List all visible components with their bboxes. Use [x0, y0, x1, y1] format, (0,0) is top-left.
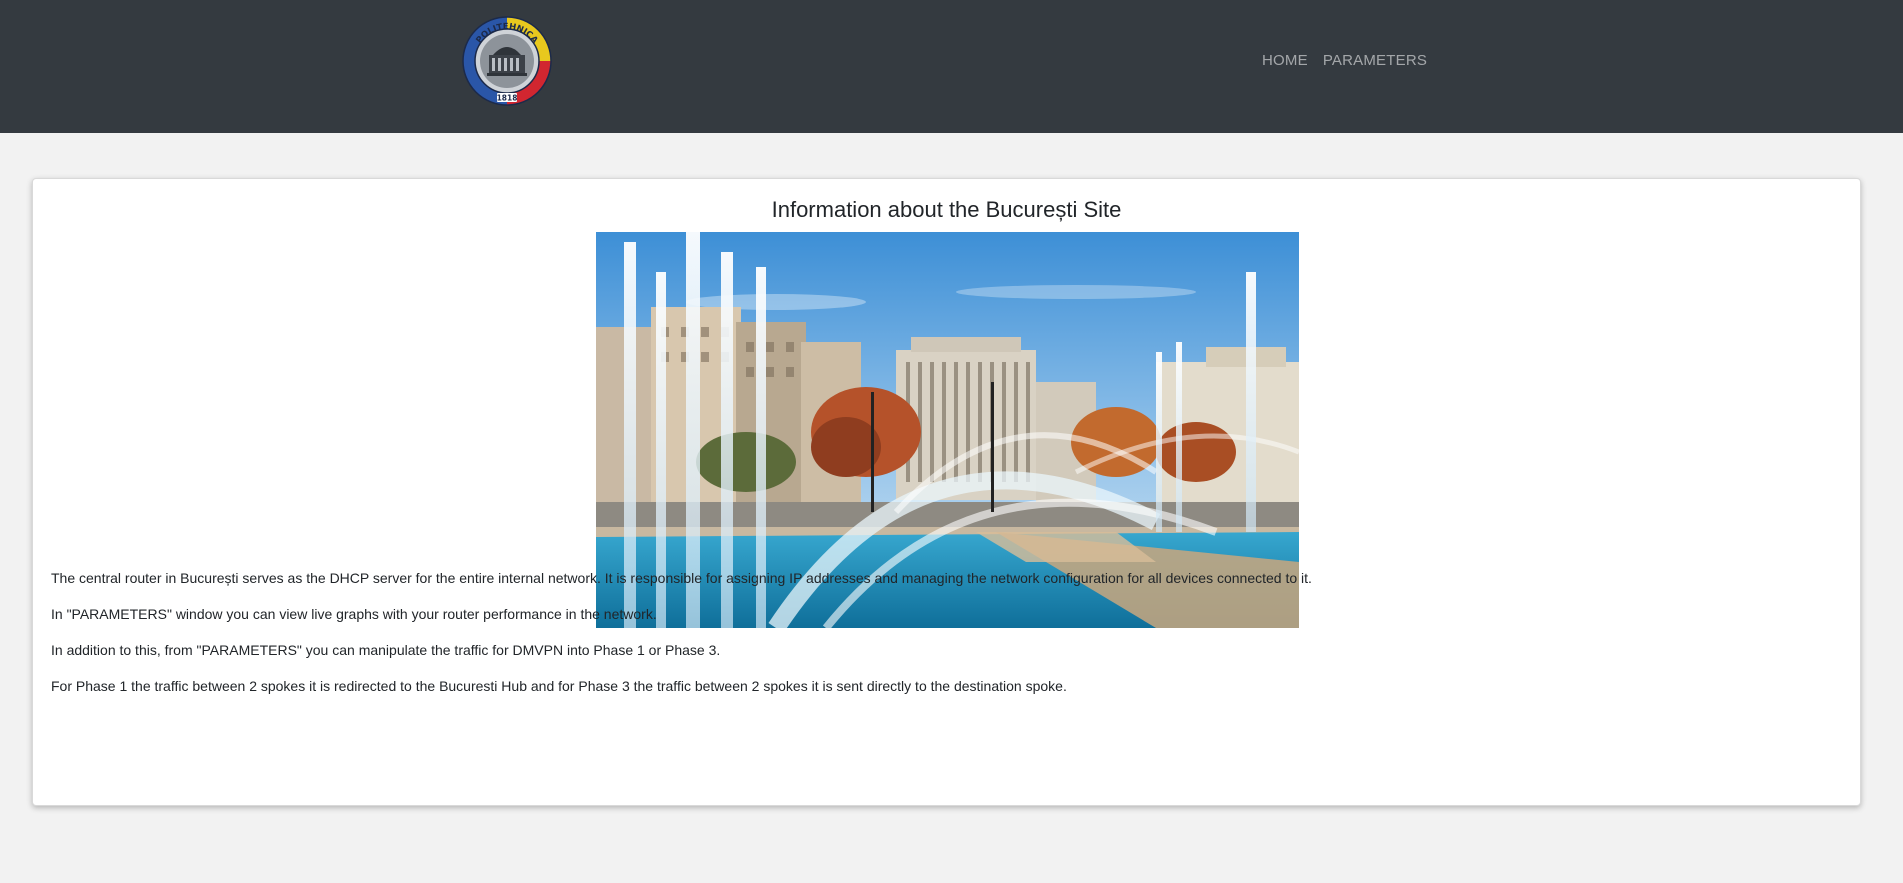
logo-emblem-icon: POLITEHNICA 1818: [462, 16, 552, 106]
info-paragraph: The central router in București serves a…: [51, 570, 1312, 586]
main-nav: HOME PARAMETERS: [1262, 52, 1427, 69]
page-title: Information about the București Site: [771, 197, 1122, 222]
top-navbar: POLITEHNICA 1818 HOME PARAMETERS: [0, 0, 1903, 133]
info-paragraph: For Phase 1 the traffic between 2 spokes…: [51, 678, 1067, 694]
university-logo[interactable]: POLITEHNICA 1818: [461, 15, 553, 107]
fountain-palace-image: [596, 232, 1299, 628]
logo-year-text: 1818: [497, 94, 518, 103]
nav-parameters-link[interactable]: PARAMETERS: [1323, 52, 1427, 69]
info-paragraph: In "PARAMETERS" window you can view live…: [51, 606, 657, 622]
site-info-card: Information about the București Site The…: [32, 178, 1861, 806]
site-photo: [596, 232, 1299, 628]
nav-home-link[interactable]: HOME: [1262, 52, 1308, 69]
info-paragraph: In addition to this, from "PARAMETERS" y…: [51, 642, 721, 658]
